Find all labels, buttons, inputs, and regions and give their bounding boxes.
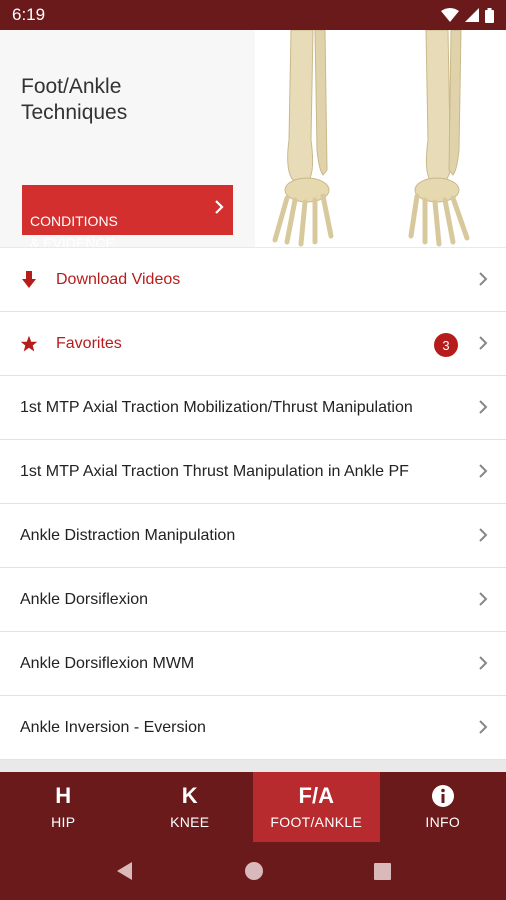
bottom-tab-bar: H HIP K KNEE F/A FOOT/ANKLE INFO — [0, 772, 506, 842]
technique-label: Ankle Dorsiflexion MWM — [20, 654, 195, 672]
hero-text-panel: Foot/Ankle Techniques CONDITIONS & EVIDE… — [0, 30, 255, 247]
tab-label: FOOT/ANKLE — [270, 814, 363, 830]
favorites-row[interactable]: Favorites 3 — [0, 312, 506, 376]
tab-hip[interactable]: H HIP — [0, 772, 127, 842]
tab-label: HIP — [51, 814, 76, 830]
tab-label: KNEE — [170, 814, 210, 830]
technique-list: Download Videos Favorites 3 1st MTP Axia… — [0, 248, 506, 760]
signal-icon — [465, 8, 479, 22]
technique-label: 1st MTP Axial Traction Thrust Manipulati… — [20, 462, 409, 480]
list-item[interactable]: Ankle Dorsiflexion — [0, 568, 506, 632]
download-videos-label: Download Videos — [56, 270, 181, 288]
conditions-evidence-label: CONDITIONS & EVIDENCE — [30, 213, 118, 247]
list-item[interactable]: 1st MTP Axial Traction Thrust Manipulati… — [0, 440, 506, 504]
technique-label: 1st MTP Axial Traction Mobilization/Thru… — [20, 398, 413, 416]
favorites-count-badge: 3 — [434, 333, 458, 357]
status-bar: 6:19 — [0, 0, 506, 30]
ankle-skeleton-image — [255, 30, 506, 247]
download-arrow-icon — [20, 270, 38, 290]
recents-icon[interactable] — [373, 862, 391, 880]
status-time: 6:19 — [12, 5, 46, 24]
system-nav-bar — [0, 842, 506, 900]
list-item[interactable]: Ankle Distraction Manipulation — [0, 504, 506, 568]
list-item[interactable]: Ankle Inversion - Eversion — [0, 696, 506, 760]
technique-label: Ankle Inversion - Eversion — [20, 718, 206, 736]
battery-icon — [485, 7, 494, 23]
hip-letter-icon: H — [55, 783, 72, 808]
chevron-right-icon — [479, 592, 488, 606]
info-icon — [431, 784, 455, 810]
chevron-right-icon — [479, 464, 488, 478]
wifi-icon — [441, 8, 459, 22]
foot-ankle-letter-icon: F/A — [298, 783, 334, 808]
chevron-right-icon — [479, 400, 488, 414]
technique-label: Ankle Dorsiflexion — [20, 590, 149, 608]
star-icon — [20, 334, 38, 354]
knee-letter-icon: K — [181, 783, 198, 808]
download-videos-row[interactable]: Download Videos — [0, 248, 506, 312]
status-icons — [441, 7, 494, 23]
hero-banner: Foot/Ankle Techniques CONDITIONS & EVIDE… — [0, 30, 506, 247]
chevron-right-icon — [479, 656, 488, 670]
list-item[interactable]: Ankle Dorsiflexion MWM — [0, 632, 506, 696]
chevron-right-icon — [479, 720, 488, 734]
list-item[interactable]: 1st MTP Axial Traction Mobilization/Thru… — [0, 376, 506, 440]
chevron-right-icon — [479, 528, 488, 542]
tab-knee[interactable]: K KNEE — [127, 772, 254, 842]
favorites-label: Favorites — [56, 334, 122, 352]
page-title: Foot/Ankle Techniques — [21, 75, 128, 124]
back-icon[interactable] — [116, 862, 134, 880]
chevron-right-icon — [215, 200, 224, 214]
chevron-right-icon — [479, 336, 488, 350]
conditions-evidence-button[interactable]: CONDITIONS & EVIDENCE — [22, 185, 233, 247]
home-icon[interactable] — [244, 862, 263, 880]
chevron-right-icon — [479, 272, 488, 286]
tab-info[interactable]: INFO — [380, 772, 506, 842]
technique-label: Ankle Distraction Manipulation — [20, 526, 236, 544]
tab-label: INFO — [425, 814, 461, 830]
tab-foot-ankle[interactable]: F/A FOOT/ANKLE — [253, 772, 380, 842]
